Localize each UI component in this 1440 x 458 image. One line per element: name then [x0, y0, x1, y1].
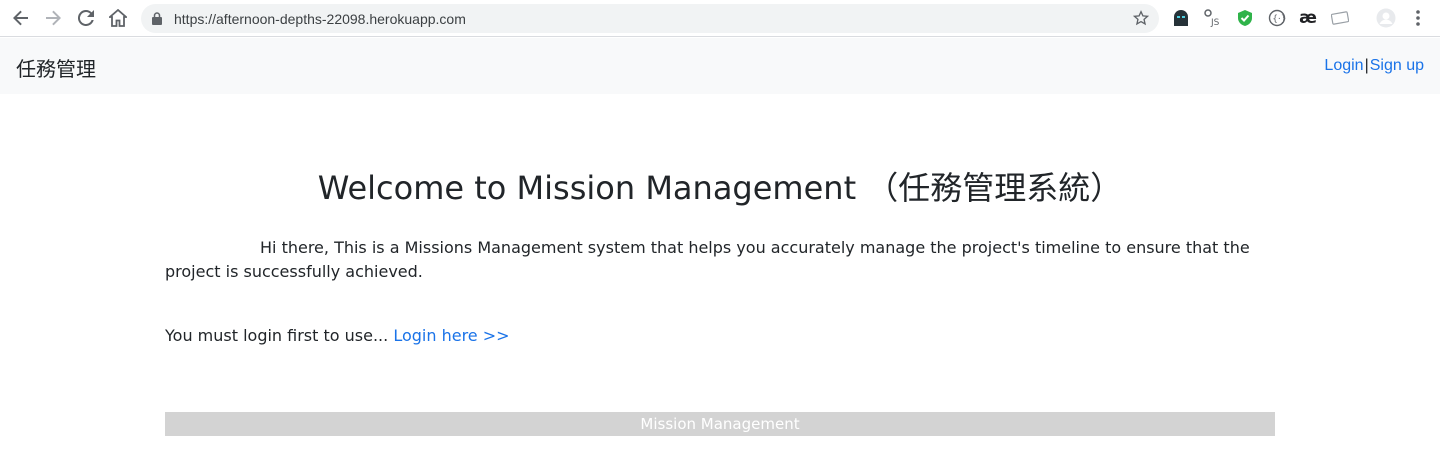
back-button[interactable] [8, 5, 34, 31]
browser-toolbar: https://afternoon-depths-22098.herokuapp… [0, 0, 1440, 37]
brand-title[interactable]: 任務管理 [16, 53, 96, 82]
lock-icon [152, 12, 162, 30]
login-here-link[interactable]: Login here >> [393, 326, 509, 345]
footer-text: Mission Management [640, 415, 800, 433]
footer-bar: Mission Management [165, 412, 1275, 436]
app-navbar: 任務管理 Login | Sign up [0, 38, 1440, 94]
js-extension-icon[interactable]: JS [1203, 8, 1223, 28]
login-prompt-line: You must login first to use... Login her… [165, 324, 510, 348]
url-text: https://afternoon-depths-22098.herokuapp… [174, 11, 466, 27]
arrow-left-icon [13, 10, 28, 26]
ae-extension-icon[interactable]: æ [1298, 8, 1318, 28]
intro-paragraph: Hi there, This is a Missions Management … [165, 238, 1250, 281]
code-extension-icon[interactable]: {·} [1267, 8, 1287, 28]
arrow-right-icon [46, 10, 61, 26]
nav-separator: | [1364, 57, 1369, 74]
reload-button[interactable] [73, 5, 99, 31]
ghost-extension-icon[interactable] [1171, 8, 1191, 28]
forward-button[interactable] [40, 5, 66, 31]
reload-icon [78, 10, 94, 26]
svg-text:{·}: {·} [1272, 15, 1286, 25]
login-link[interactable]: Login [1324, 57, 1363, 75]
page-title: Welcome to Mission Management （任務管理系統） [317, 169, 1123, 207]
home-icon [109, 9, 127, 27]
shield-extension-icon[interactable] [1235, 8, 1255, 28]
login-prompt-text: You must login first to use... [165, 326, 389, 345]
svg-text:JS: JS [1210, 18, 1220, 28]
ticket-extension-icon[interactable] [1330, 8, 1350, 28]
star-icon[interactable] [1132, 10, 1150, 31]
address-bar[interactable]: https://afternoon-depths-22098.herokuapp… [141, 4, 1159, 33]
signup-link[interactable]: Sign up [1370, 57, 1424, 75]
home-button[interactable] [105, 5, 131, 31]
auth-links: Login | Sign up [1324, 57, 1424, 75]
kebab-menu-icon[interactable] [1408, 8, 1428, 28]
profile-avatar-icon[interactable] [1376, 8, 1396, 28]
